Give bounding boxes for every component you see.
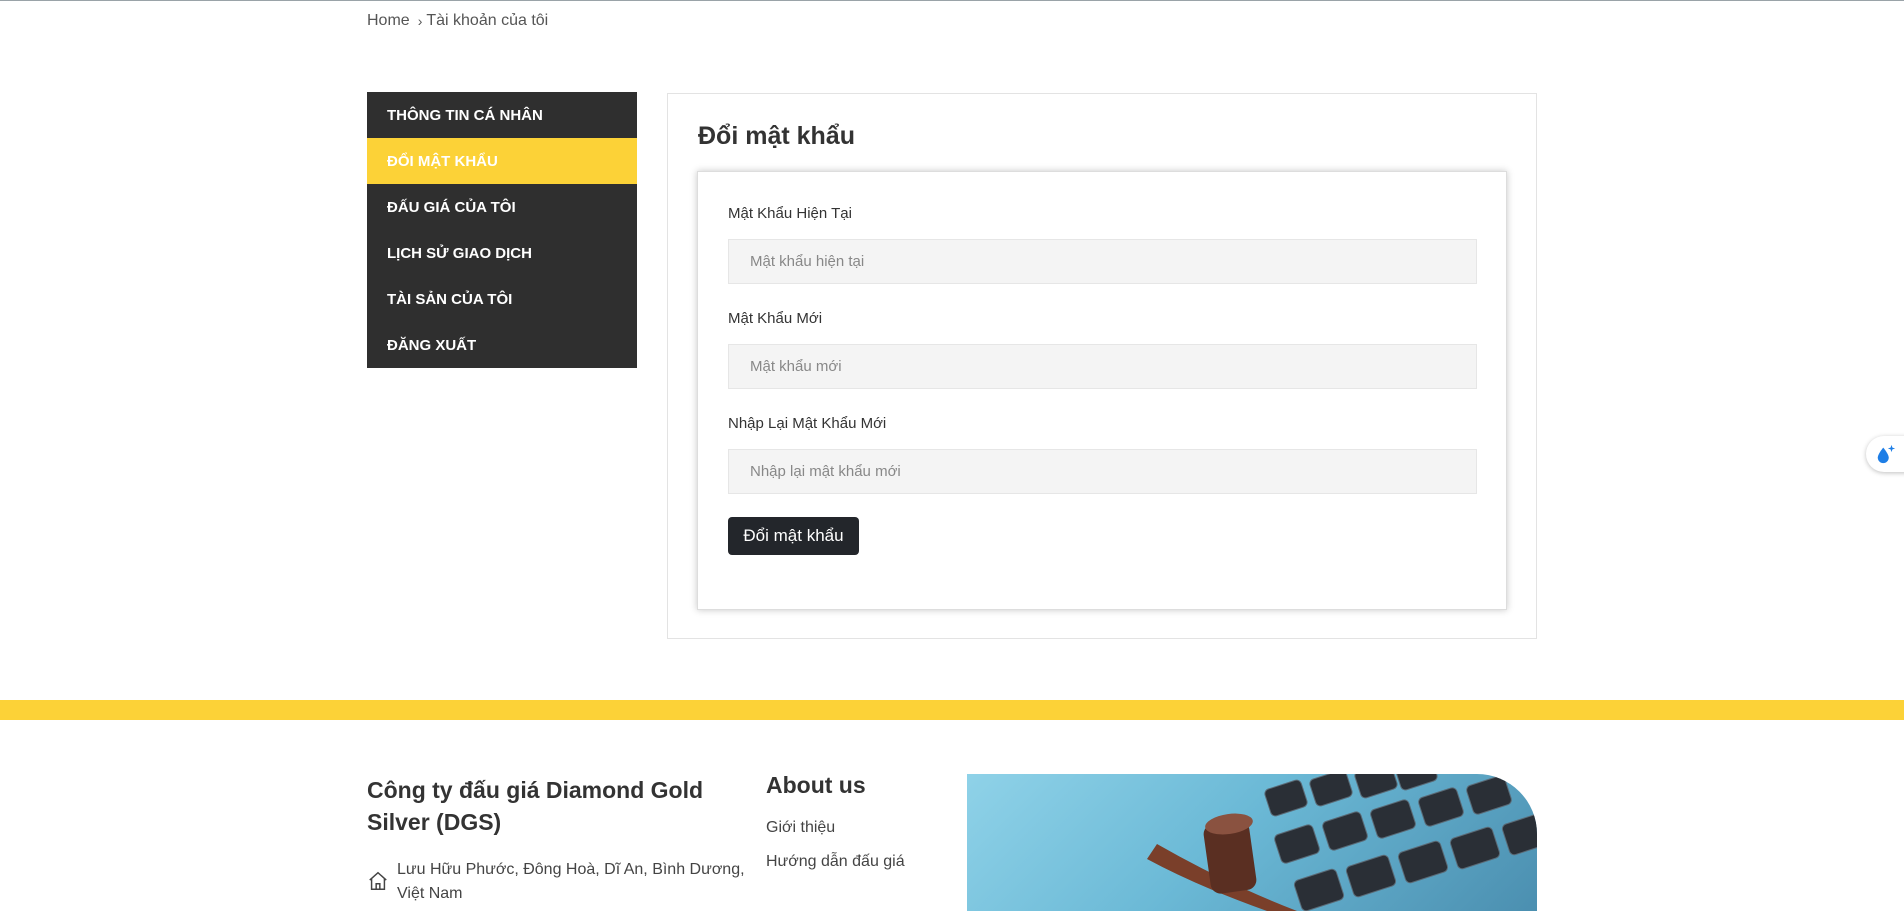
sidebar-item-change-password[interactable]: ĐỔI MẬT KHẨU — [367, 138, 637, 184]
sparkle-drop-icon — [1877, 444, 1896, 464]
sidebar-item-label: THÔNG TIN CÁ NHÂN — [387, 106, 543, 124]
change-password-form: Mật Khẩu Hiện Tại Mật Khẩu Mới Nhập Lại … — [697, 171, 1507, 610]
sidebar-item-label: ĐĂNG XUẤT — [387, 336, 477, 354]
sidebar-item-my-auctions[interactable]: ĐẤU GIÁ CỦA TÔI — [367, 184, 637, 230]
footer-address-row: Lưu Hữu Phước, Đông Hoà, Dĩ An, Bình Dươ… — [367, 858, 747, 906]
confirm-password-input[interactable] — [728, 449, 1477, 494]
footer-link-auction-guide[interactable]: Hướng dẫn đấu giá — [766, 853, 905, 871]
breadcrumb: Home › Tài khoản của tôi — [367, 12, 548, 30]
sidebar-item-label: ĐỔI MẬT KHẨU — [387, 152, 498, 170]
change-password-button[interactable]: Đổi mật khẩu — [728, 517, 859, 555]
auction-gavel-image — [967, 774, 1537, 911]
page-title: Đổi mật khẩu — [698, 122, 855, 150]
sidebar-item-logout[interactable]: ĐĂNG XUẤT — [367, 322, 637, 368]
change-password-panel: Đổi mật khẩu Mật Khẩu Hiện Tại Mật Khẩu … — [667, 93, 1537, 639]
sidebar-item-personal-info[interactable]: THÔNG TIN CÁ NHÂN — [367, 92, 637, 138]
top-border-line — [0, 0, 1904, 1]
current-password-input[interactable] — [728, 239, 1477, 284]
footer-about-title: About us — [766, 772, 866, 798]
sidebar-item-label: LỊCH SỬ GIAO DỊCH — [387, 244, 532, 262]
footer-company-name: Công ty đấu giá Diamond Gold Silver (DGS… — [367, 777, 704, 835]
home-icon — [369, 871, 387, 890]
new-password-label: Mật Khẩu Mới — [728, 310, 823, 327]
sidebar-item-transaction-history[interactable]: LỊCH SỬ GIAO DỊCH — [367, 230, 637, 276]
sidebar-item-label: TÀI SẢN CỦA TÔI — [387, 290, 513, 308]
footer-accent-bar — [0, 700, 1904, 720]
chevron-right-icon: › — [417, 13, 423, 29]
floating-assistant-button[interactable] — [1866, 436, 1904, 472]
breadcrumb-home-link[interactable]: Home — [367, 12, 410, 30]
sidebar-item-my-assets[interactable]: TÀI SẢN CỦA TÔI — [367, 276, 637, 322]
breadcrumb-current: Tài khoản của tôi — [426, 12, 549, 29]
confirm-password-label: Nhập Lại Mật Khẩu Mới — [728, 415, 887, 432]
footer-address: Lưu Hữu Phước, Đông Hoà, Dĩ An, Bình Dươ… — [397, 861, 745, 902]
account-sidebar: THÔNG TIN CÁ NHÂN ĐỔI MẬT KHẨU ĐẤU GIÁ C… — [367, 92, 637, 368]
current-password-label: Mật Khẩu Hiện Tại — [728, 205, 852, 222]
sidebar-item-label: ĐẤU GIÁ CỦA TÔI — [387, 198, 516, 216]
auction-gavel-keyboard-image — [1147, 774, 1537, 911]
footer-link-about[interactable]: Giới thiệu — [766, 819, 835, 837]
new-password-input[interactable] — [728, 344, 1477, 389]
